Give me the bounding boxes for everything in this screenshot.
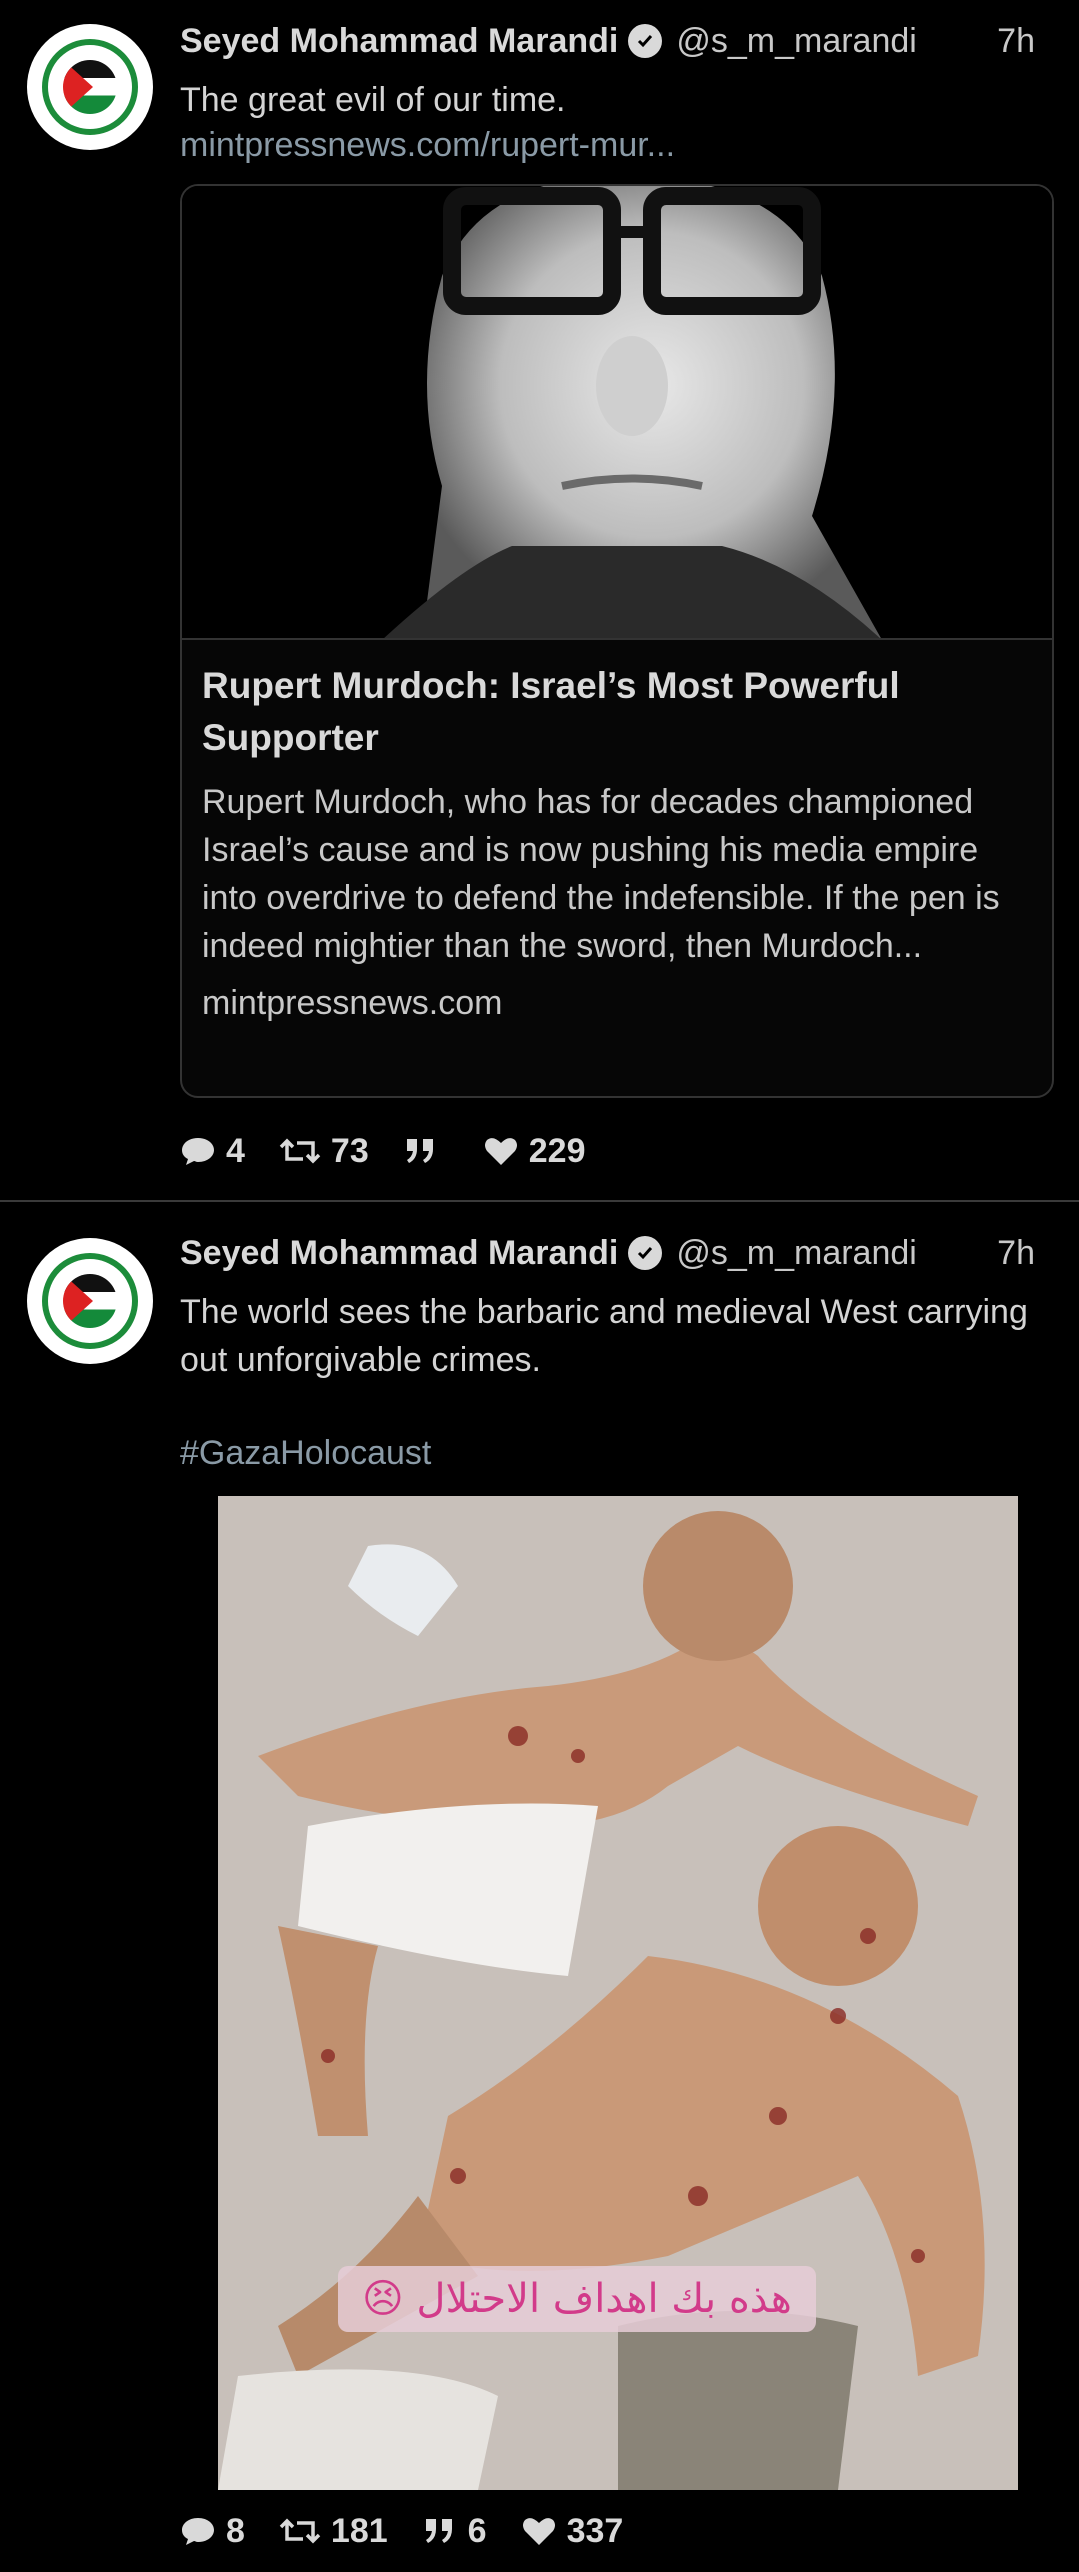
link-card[interactable]: Rupert Murdoch: Israel’s Most Powerful S… <box>180 184 1054 1098</box>
tweet-header: Seyed Mohammad Marandi @s_m_marandi 7h <box>180 1228 1059 1278</box>
tweet-header: Seyed Mohammad Marandi @s_m_marandi 7h <box>180 16 1059 66</box>
retweet-button[interactable]: 181 <box>279 2512 388 2551</box>
like-count: 229 <box>528 1131 586 1170</box>
reply-icon <box>182 1138 214 1165</box>
author-name[interactable]: Seyed Mohammad Marandi <box>180 1234 618 1273</box>
tweet-actions: 8 181 6 337 <box>180 2506 657 2556</box>
hashtag-link[interactable]: #GazaHolocaust <box>180 1434 431 1473</box>
reply-button[interactable]: 4 <box>180 1132 245 1171</box>
card-description: Rupert Murdoch, who has for decades cham… <box>202 783 1000 965</box>
like-icon <box>522 2518 555 2545</box>
like-count: 337 <box>566 2511 624 2550</box>
reply-count: 8 <box>226 2511 245 2550</box>
reply-icon <box>182 2518 214 2545</box>
quote-count: 6 <box>467 2511 487 2550</box>
retweet-count: 181 <box>330 2511 388 2550</box>
tweet-actions: 4 73 229 <box>180 1126 619 1176</box>
author-avatar[interactable] <box>27 24 153 150</box>
retweet-button[interactable]: 73 <box>279 1132 369 1171</box>
author-name[interactable]: Seyed Mohammad Marandi <box>180 22 618 61</box>
avatar-logo <box>42 39 138 135</box>
card-domain: mintpressnews.com <box>202 984 503 1022</box>
card-image <box>182 186 1052 640</box>
reply-count: 4 <box>226 1131 245 1170</box>
quote-button[interactable]: 6 <box>422 2512 487 2551</box>
avatar-logo <box>42 1253 138 1349</box>
like-button[interactable]: 229 <box>483 1131 586 1171</box>
quote-icon <box>406 1139 433 1163</box>
retweet-count: 73 <box>330 1131 369 1170</box>
tweet-link[interactable]: mintpressnews.com/rupert-mur... <box>180 126 675 165</box>
quote-icon <box>425 2519 452 2543</box>
verified-icon <box>628 24 663 58</box>
image-caption: هذه بك اهداف الاحتلال 😣 <box>338 2266 816 2332</box>
author-avatar[interactable] <box>27 1238 153 1364</box>
like-button[interactable]: 337 <box>521 2511 624 2551</box>
author-handle[interactable]: @s_m_marandi <box>676 22 917 61</box>
tweet-image[interactable]: هذه بك اهداف الاحتلال 😣 <box>218 1496 1018 2490</box>
tweet-time[interactable]: 7h <box>997 1234 1035 1273</box>
tweet-2[interactable]: Seyed Mohammad Marandi @s_m_marandi 7h T… <box>0 1202 1079 2572</box>
author-handle[interactable]: @s_m_marandi <box>676 1234 917 1273</box>
retweet-icon <box>279 2518 321 2544</box>
reply-button[interactable]: 8 <box>180 2512 245 2551</box>
tweet-text: The world sees the barbaric and medieval… <box>180 1293 1028 1379</box>
tweet-time[interactable]: 7h <box>997 22 1035 61</box>
quote-button[interactable] <box>403 1135 449 1167</box>
retweet-icon <box>279 1138 321 1164</box>
tweet-text: The great evil of our time. <box>180 81 566 119</box>
like-icon <box>484 1138 517 1165</box>
verified-icon <box>628 1236 663 1270</box>
card-title: Rupert Murdoch: Israel’s Most Powerful S… <box>202 665 900 758</box>
tweet-1[interactable]: Seyed Mohammad Marandi @s_m_marandi 7h T… <box>0 0 1079 1200</box>
